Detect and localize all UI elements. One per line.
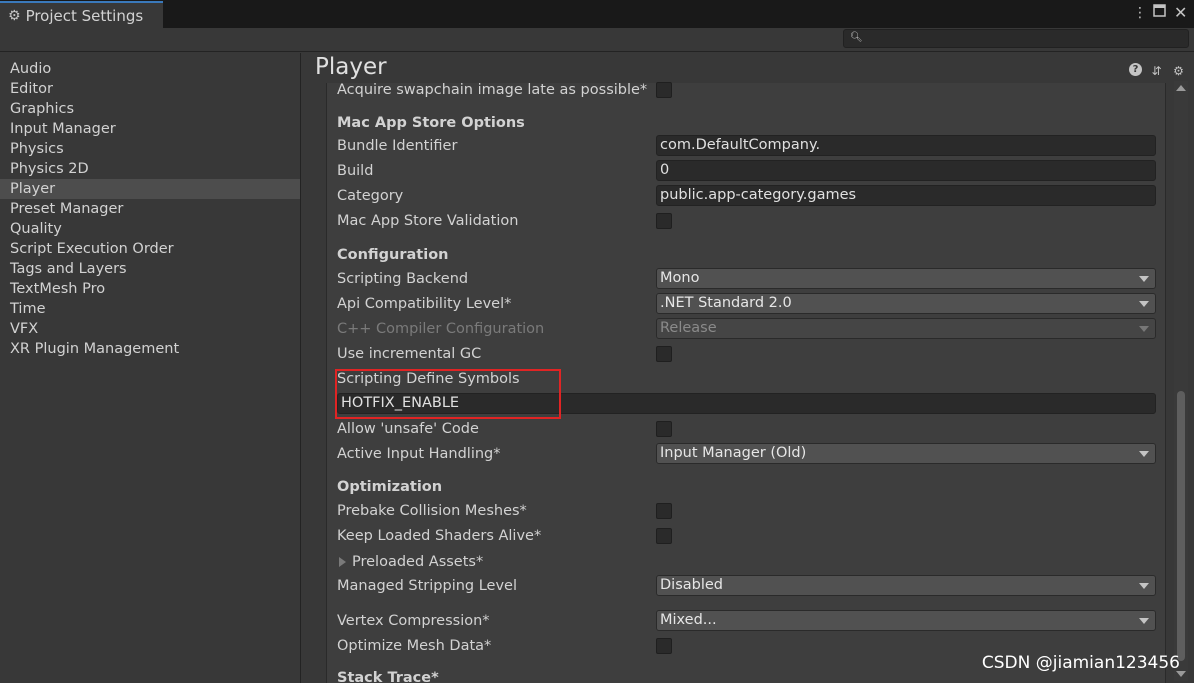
category-field[interactable]: public.app-category.games bbox=[656, 185, 1156, 206]
setting-label: Api Compatibility Level* bbox=[337, 296, 512, 312]
section-mac-app-store: Mac App Store Options bbox=[337, 115, 525, 131]
active-input-handling-dropdown[interactable]: Input Manager (Old) bbox=[656, 443, 1156, 464]
build-field[interactable]: 0 bbox=[656, 160, 1156, 181]
chevron-down-icon bbox=[1139, 326, 1149, 332]
chevron-down-icon bbox=[1139, 618, 1149, 624]
chevron-down-icon bbox=[1139, 301, 1149, 307]
gear-icon[interactable]: ⚙ bbox=[1171, 63, 1186, 78]
scripting-backend-dropdown[interactable]: Mono bbox=[656, 268, 1156, 289]
project-settings-tab[interactable]: ⚙ Project Settings bbox=[0, 1, 163, 28]
dropdown-value: Disabled bbox=[660, 577, 723, 593]
setting-label: Category bbox=[337, 188, 404, 204]
sidebar-item-preset-manager[interactable]: Preset Manager bbox=[0, 199, 300, 219]
player-settings-panel: Player ? ⇵ ⚙ Acquire swapchain image lat… bbox=[302, 53, 1194, 683]
sidebar-item-vfx[interactable]: VFX bbox=[0, 319, 300, 339]
row-keep-loaded-shaders: Keep Loaded Shaders Alive* bbox=[337, 525, 1157, 547]
optimize-mesh-data-checkbox[interactable] bbox=[656, 638, 672, 654]
preset-icon[interactable]: ⇵ bbox=[1149, 63, 1164, 78]
setting-label: Acquire swapchain image late as possible… bbox=[337, 82, 648, 98]
sidebar-item-textmesh-pro[interactable]: TextMesh Pro bbox=[0, 279, 300, 299]
sidebar-item-editor[interactable]: Editor bbox=[0, 79, 300, 99]
row-acquire-swapchain: Acquire swapchain image late as possible… bbox=[337, 79, 1157, 101]
gear-icon: ⚙ bbox=[8, 7, 21, 24]
close-icon[interactable]: ✕ bbox=[1174, 3, 1187, 22]
title-bar: ⚙ Project Settings ⋮ ✕ bbox=[0, 0, 1194, 28]
watermark: CSDN @jiamian123456 bbox=[981, 653, 1180, 673]
sidebar-item-time[interactable]: Time bbox=[0, 299, 300, 319]
foldout-arrow-icon[interactable] bbox=[339, 557, 346, 567]
section-optimization: Optimization bbox=[337, 479, 443, 495]
search-icon: 🔍︎ bbox=[850, 32, 863, 43]
mac-app-store-validation-checkbox[interactable] bbox=[656, 213, 672, 229]
more-options-icon[interactable]: ⋮ bbox=[1133, 5, 1147, 21]
sidebar-item-input-manager[interactable]: Input Manager bbox=[0, 119, 300, 139]
row-preloaded-assets[interactable]: Preloaded Assets* bbox=[337, 551, 1157, 573]
maximize-icon[interactable] bbox=[1153, 4, 1166, 21]
setting-label: Prebake Collision Meshes* bbox=[337, 503, 527, 519]
setting-label: Optimize Mesh Data* bbox=[337, 638, 492, 654]
page-title: Player bbox=[315, 54, 387, 80]
tab-title: Project Settings bbox=[25, 6, 144, 25]
vertical-scrollbar[interactable] bbox=[1174, 81, 1188, 681]
sidebar-item-physics-2d[interactable]: Physics 2D bbox=[0, 159, 300, 179]
api-compatibility-dropdown[interactable]: .NET Standard 2.0 bbox=[656, 293, 1156, 314]
sidebar-item-graphics[interactable]: Graphics bbox=[0, 99, 300, 119]
setting-label: Bundle Identifier bbox=[337, 138, 458, 154]
search-box[interactable]: 🔍︎ bbox=[843, 29, 1189, 48]
row-incremental-gc: Use incremental GC bbox=[337, 343, 1157, 365]
sidebar-item-tags-and-layers[interactable]: Tags and Layers bbox=[0, 259, 300, 279]
sidebar-item-audio[interactable]: Audio bbox=[0, 59, 300, 79]
sidebar-item-script-execution-order[interactable]: Script Execution Order bbox=[0, 239, 300, 259]
dropdown-value: Input Manager (Old) bbox=[660, 445, 807, 461]
chevron-down-icon bbox=[1139, 276, 1149, 282]
chevron-down-icon bbox=[1139, 451, 1149, 457]
chevron-down-icon bbox=[1139, 583, 1149, 589]
scroll-up-arrow-icon[interactable] bbox=[1176, 85, 1186, 91]
sidebar-item-physics[interactable]: Physics bbox=[0, 139, 300, 159]
setting-label: Keep Loaded Shaders Alive* bbox=[337, 528, 542, 544]
managed-stripping-dropdown[interactable]: Disabled bbox=[656, 575, 1156, 596]
settings-sidebar: Audio Editor Graphics Input Manager Phys… bbox=[0, 53, 301, 683]
scroll-thumb[interactable] bbox=[1177, 391, 1185, 661]
section-stack-trace: Stack Trace* bbox=[337, 670, 439, 683]
dropdown-value: Mixed... bbox=[660, 612, 717, 628]
setting-label: Use incremental GC bbox=[337, 346, 482, 362]
vertex-compression-dropdown[interactable]: Mixed... bbox=[656, 610, 1156, 631]
setting-label: Allow 'unsafe' Code bbox=[337, 421, 479, 437]
setting-label: Build bbox=[337, 163, 374, 179]
sidebar-item-xr-plugin-management[interactable]: XR Plugin Management bbox=[0, 339, 300, 359]
cpp-compiler-dropdown: Release bbox=[656, 318, 1156, 339]
setting-label: Preloaded Assets* bbox=[352, 554, 484, 570]
bundle-identifier-field[interactable]: com.DefaultCompany. bbox=[656, 135, 1156, 156]
sidebar-item-quality[interactable]: Quality bbox=[0, 219, 300, 239]
allow-unsafe-code-checkbox[interactable] bbox=[656, 421, 672, 437]
setting-label: Managed Stripping Level bbox=[337, 578, 518, 594]
row-prebake-collision: Prebake Collision Meshes* bbox=[337, 500, 1157, 522]
sidebar-item-player[interactable]: Player bbox=[0, 179, 300, 199]
section-configuration: Configuration bbox=[337, 247, 449, 263]
keep-loaded-shaders-checkbox[interactable] bbox=[656, 528, 672, 544]
acquire-swapchain-checkbox[interactable] bbox=[656, 82, 672, 98]
setting-label: C++ Compiler Configuration bbox=[337, 321, 545, 337]
dropdown-value: .NET Standard 2.0 bbox=[660, 295, 792, 311]
row-allow-unsafe-code: Allow 'unsafe' Code bbox=[337, 418, 1157, 440]
setting-label: Active Input Handling* bbox=[337, 446, 501, 462]
incremental-gc-checkbox[interactable] bbox=[656, 346, 672, 362]
search-input[interactable] bbox=[864, 30, 1184, 47]
toolbar: 🔍︎ bbox=[0, 28, 1194, 52]
help-icon[interactable]: ? bbox=[1129, 63, 1142, 76]
header-icons: ? ⇵ ⚙ bbox=[1129, 63, 1186, 78]
setting-label: Mac App Store Validation bbox=[337, 213, 519, 229]
row-mac-app-store-validation: Mac App Store Validation bbox=[337, 210, 1157, 232]
setting-label: Scripting Backend bbox=[337, 271, 469, 287]
highlight-annotation bbox=[335, 369, 561, 419]
prebake-collision-checkbox[interactable] bbox=[656, 503, 672, 519]
dropdown-value: Release bbox=[660, 320, 717, 336]
dropdown-value: Mono bbox=[660, 270, 700, 286]
setting-label: Vertex Compression* bbox=[337, 613, 490, 629]
